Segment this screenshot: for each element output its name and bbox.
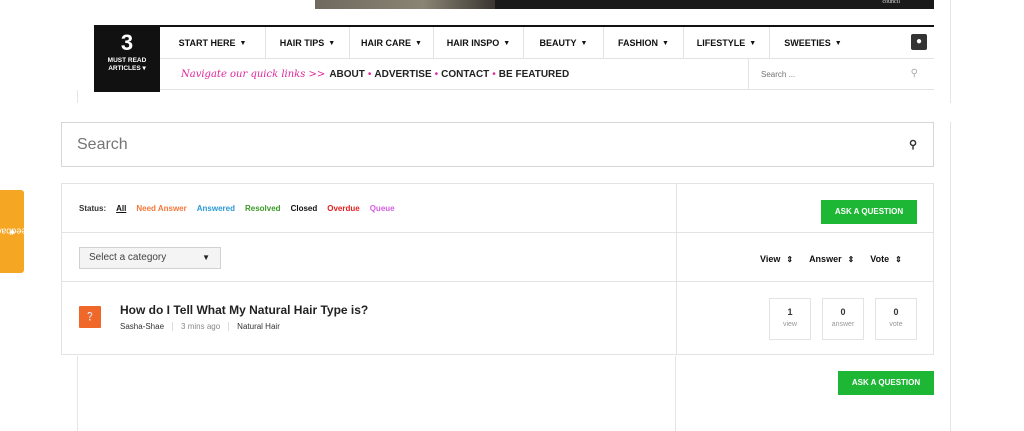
sort-label: View	[760, 254, 781, 264]
menu-label: HAIR CARE	[361, 38, 412, 48]
menu-label: HAIR TIPS	[279, 38, 325, 48]
question-title[interactable]: How do I Tell What My Natural Hair Type …	[120, 303, 368, 317]
menu-label: SWEETIES	[784, 38, 831, 48]
status-need-answer[interactable]: Need Answer	[136, 204, 186, 213]
column-divider	[676, 184, 677, 354]
chevron-down-icon: ▼	[415, 39, 422, 47]
menu-label: HAIR INSPO	[446, 38, 500, 48]
menu-item-fashion[interactable]: FASHION ▼	[604, 27, 684, 59]
quick-link-be-featured[interactable]: BE FEATURED	[499, 69, 569, 80]
sort-by-answer[interactable]: Answer ⇕	[809, 254, 854, 264]
votes-count-box: 0 vote	[875, 298, 917, 340]
nav-search-input[interactable]	[749, 59, 889, 89]
must-read-label: MUST READ ARTICLES ▾	[107, 57, 147, 72]
questions-panel: Status: All Need Answer Answered Resolve…	[61, 183, 934, 355]
views-label: view	[782, 321, 797, 328]
status-all[interactable]: All	[116, 204, 126, 213]
status-overdue[interactable]: Overdue	[327, 204, 359, 213]
menu-item-start-here[interactable]: START HERE ▼	[160, 27, 266, 59]
chevron-down-icon: ▼	[580, 39, 588, 47]
guide-line	[675, 356, 676, 431]
user-account-icon[interactable]: ●	[911, 34, 927, 50]
menu-item-hair-care[interactable]: HAIR CARE ▼	[350, 27, 434, 59]
feedback-tab[interactable]: ● Feedback	[0, 190, 32, 273]
chevron-down-icon: ▼	[239, 39, 247, 47]
question-category[interactable]: Natural Hair	[237, 322, 280, 331]
banner-caption: council	[882, 0, 900, 5]
must-read-count: 3	[120, 30, 134, 55]
question-icon: ❔	[79, 306, 101, 328]
menu-item-beauty[interactable]: BEAUTY ▼	[524, 27, 604, 59]
guide-line	[77, 356, 78, 431]
quick-link-separator: •	[367, 69, 372, 80]
quick-link-contact[interactable]: CONTACT	[441, 69, 489, 80]
question-author[interactable]: Sasha-Shae	[120, 322, 164, 331]
guide-line	[77, 90, 78, 103]
feedback-text: Feedback	[0, 226, 32, 237]
chevron-down-icon: ▼	[749, 39, 757, 47]
main-navigation: 3 MUST READ ARTICLES ▾ START HERE ▼ HAIR …	[94, 25, 934, 92]
must-read-articles-button[interactable]: 3 MUST READ ARTICLES ▾	[94, 25, 160, 92]
meta-divider	[172, 322, 174, 331]
chevron-down-icon: ▼	[834, 39, 842, 47]
answers-count: 0	[840, 307, 846, 317]
status-filter: Status: All Need Answer Answered Resolve…	[79, 204, 395, 213]
sort-arrows-icon: ⇕	[895, 255, 902, 264]
views-count: 1	[787, 307, 793, 317]
answers-count-box: 0 answer	[822, 298, 864, 340]
guide-line	[950, 122, 951, 431]
sort-by-view[interactable]: View ⇕	[760, 254, 793, 264]
nav-search-box: ⚲	[748, 59, 934, 90]
top-menu: START HERE ▼ HAIR TIPS ▼ HAIR CARE ▼ HAIR I…	[160, 27, 934, 59]
status-closed[interactable]: Closed	[291, 204, 318, 213]
menu-item-sweeties[interactable]: SWEETIES ▼	[770, 27, 856, 59]
status-resolved[interactable]: Resolved	[245, 204, 281, 213]
quick-links: Navigate our quick links >> ABOUT • ADVE…	[181, 69, 569, 80]
menu-label: START HERE	[178, 38, 236, 48]
quick-links-intro: Navigate our quick links >>	[181, 69, 326, 80]
ask-question-button-bottom[interactable]: ASK A QUESTION	[838, 371, 934, 395]
question-meta: Sasha-Shae 3 mins ago Natural Hair	[120, 322, 280, 331]
chevron-down-icon: ▼	[503, 39, 511, 47]
meta-divider	[228, 322, 230, 331]
chevron-down-icon: ▼	[202, 253, 210, 262]
sort-arrows-icon: ⇕	[786, 255, 794, 264]
question-time: 3 mins ago	[181, 322, 221, 331]
answers-label: answer	[831, 321, 855, 328]
votes-label: vote	[889, 321, 903, 328]
status-label: Status:	[79, 204, 107, 213]
sort-arrows-icon: ⇕	[847, 255, 855, 264]
banner-photo	[315, 0, 495, 9]
status-queue[interactable]: Queue	[370, 204, 395, 213]
votes-count: 0	[893, 307, 899, 317]
status-answered[interactable]: Answered	[197, 204, 235, 213]
search-icon[interactable]: ⚲	[911, 68, 918, 79]
menu-label: LIFESTYLE	[696, 38, 746, 48]
menu-item-hair-inspo[interactable]: HAIR INSPO ▼	[434, 27, 524, 59]
menu-item-lifestyle[interactable]: LIFESTYLE ▼	[684, 27, 770, 59]
quick-link-separator: •	[434, 69, 439, 80]
category-select-value: Select a category	[89, 252, 167, 263]
question-search-input[interactable]	[62, 123, 842, 166]
category-select[interactable]: Select a category ▼	[79, 247, 221, 269]
views-count-box: 1 view	[769, 298, 811, 340]
quick-link-about[interactable]: ABOUT	[329, 69, 365, 80]
chevron-down-icon: ▼	[328, 39, 336, 47]
sort-controls: View ⇕ Answer ⇕ Vote ⇕	[760, 254, 902, 264]
search-icon[interactable]: ⚲	[909, 138, 917, 151]
question-search-box: ⚲	[61, 122, 934, 167]
sort-label: Answer	[809, 254, 842, 264]
sort-by-vote[interactable]: Vote ⇕	[870, 254, 902, 264]
guide-line	[950, 0, 951, 103]
sort-label: Vote	[870, 254, 890, 264]
quick-link-separator: •	[492, 69, 496, 80]
ask-question-button[interactable]: ASK A QUESTION	[821, 200, 917, 224]
chevron-down-icon: ▼	[662, 39, 669, 47]
quick-link-advertise[interactable]: ADVERTISE	[374, 69, 431, 80]
menu-label: FASHION	[618, 38, 659, 48]
feedback-label: ● Feedback	[0, 227, 32, 237]
menu-item-hair-tips[interactable]: HAIR TIPS ▼	[266, 27, 350, 59]
menu-label: BEAUTY	[539, 38, 577, 48]
header-banner-image[interactable]: council	[315, 0, 934, 9]
